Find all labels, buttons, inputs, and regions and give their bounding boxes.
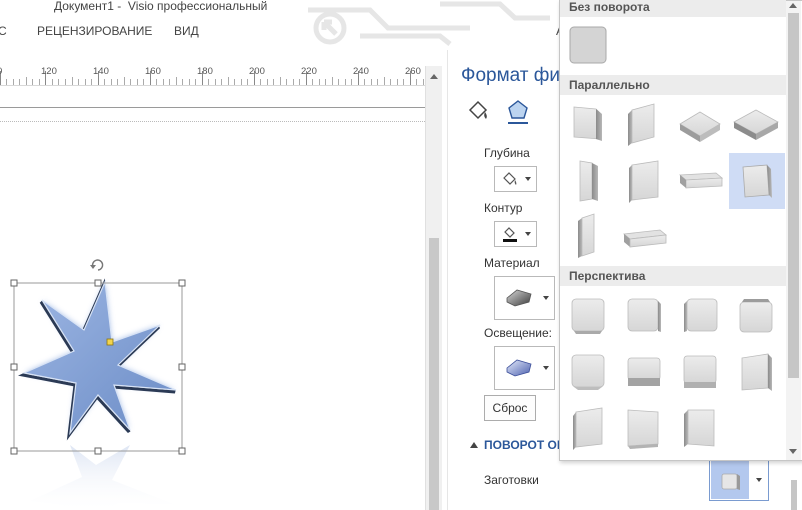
fill-line-icon[interactable] — [468, 100, 488, 120]
preset-parallel-8-selected[interactable] — [742, 164, 772, 198]
rotation-section-header[interactable]: ПОВОРОТ ОБ — [484, 438, 565, 452]
effects-pentagon-icon[interactable] — [508, 100, 528, 124]
ribbon-tabs: С РЕЦЕНЗИРОВАНИЕ ВИД А — [0, 20, 600, 42]
preset-parallel-7[interactable] — [678, 172, 724, 189]
paint-bucket-icon — [503, 172, 517, 185]
ruler-tick-label: 0 — [0, 66, 2, 77]
chevron-down-icon — [543, 296, 549, 300]
contour-label: Контур — [484, 201, 523, 215]
paint-bucket-icon — [503, 227, 517, 242]
gallery-scrollbar[interactable] — [786, 1, 801, 460]
scroll-up-arrow-icon[interactable] — [426, 69, 442, 83]
control-handle[interactable] — [106, 338, 114, 346]
preset-perspective-5[interactable] — [571, 354, 605, 390]
collapse-triangle-icon[interactable] — [470, 442, 478, 448]
ruler-tick-label: 240 — [353, 66, 369, 77]
scroll-thumb[interactable] — [429, 238, 439, 510]
presets-label: Заготовки — [484, 473, 539, 487]
preset-parallel-1[interactable] — [573, 106, 602, 141]
ruler-tick-label: 200 — [249, 66, 265, 77]
reset-button[interactable]: Сброс — [484, 395, 536, 421]
preset-perspective-11[interactable] — [684, 409, 715, 447]
lighting-button[interactable] — [494, 346, 555, 390]
presets-preview — [711, 461, 749, 499]
material-label: Материал — [484, 256, 540, 270]
preset-parallel-9[interactable] — [578, 213, 595, 258]
chevron-down-icon — [525, 177, 531, 181]
chevron-down-icon — [525, 232, 531, 236]
page-boundary — [0, 107, 425, 108]
presets-grid — [569, 26, 785, 450]
preset-perspective-6[interactable] — [627, 357, 661, 386]
tab-partial[interactable]: С — [0, 24, 7, 38]
star-body[interactable] — [21, 279, 177, 436]
chevron-down-icon — [543, 366, 549, 370]
depth-label: Глубина — [484, 146, 530, 160]
preset-perspective-3[interactable] — [684, 298, 718, 332]
scroll-up-arrow-icon[interactable] — [789, 3, 797, 8]
ruler-tick-label: 140 — [93, 66, 109, 77]
scroll-thumb[interactable] — [788, 13, 799, 378]
cube-preview-icon — [721, 473, 740, 490]
tab-review[interactable]: РЕЦЕНЗИРОВАНИЕ — [37, 24, 152, 38]
pane-scrollbar[interactable] — [788, 480, 800, 510]
depth-color-button[interactable] — [494, 166, 537, 192]
chevron-down-icon — [756, 478, 762, 482]
preset-perspective-4[interactable] — [739, 299, 773, 333]
pane-category-icons — [468, 100, 528, 124]
preset-perspective-10[interactable] — [627, 409, 659, 449]
preset-parallel-6[interactable] — [629, 160, 659, 203]
presets-dropdown-button[interactable] — [709, 459, 769, 501]
window-title: Документ1 - Visio профессиональный — [54, 0, 268, 13]
drawing-vertical-scrollbar[interactable] — [425, 66, 442, 510]
ruler-tick-label: 260 — [405, 66, 421, 77]
preset-perspective-2[interactable] — [627, 298, 661, 332]
rotation-presets-gallery: Без поворота Параллельно Перспектива — [559, 0, 802, 461]
rotate-handle-icon[interactable] — [90, 259, 104, 271]
lighting-label: Освещение: — [484, 326, 552, 340]
preset-perspective-8[interactable] — [741, 353, 772, 391]
ruler-tick-label: 120 — [41, 66, 57, 77]
contour-color-button[interactable] — [494, 221, 537, 247]
lighting-icon — [506, 359, 532, 377]
horizontal-ruler: 0 120 140 160 180 200 220 240 260 — [0, 63, 425, 86]
preset-no-rotation[interactable] — [569, 26, 607, 64]
preset-parallel-2[interactable] — [628, 103, 655, 146]
star-shape[interactable] — [0, 255, 200, 510]
pane-title: Формат фи — [461, 65, 561, 86]
preset-parallel-3[interactable] — [679, 111, 721, 142]
tab-view[interactable]: ВИД — [174, 24, 199, 38]
material-icon — [506, 289, 532, 307]
ruler-tick-label: 180 — [197, 66, 213, 77]
preset-parallel-4[interactable] — [733, 109, 779, 140]
preset-parallel-10[interactable] — [623, 229, 667, 248]
material-button[interactable] — [494, 276, 555, 320]
ruler-tick-label: 220 — [301, 66, 317, 77]
ruler-tick-label: 160 — [145, 66, 161, 77]
page-margin-guide — [0, 121, 425, 122]
preset-parallel-5[interactable] — [579, 160, 598, 202]
preset-perspective-1[interactable] — [571, 298, 605, 334]
preset-perspective-7[interactable] — [683, 355, 717, 388]
preset-perspective-9[interactable] — [573, 407, 603, 450]
scroll-down-arrow-icon[interactable] — [789, 449, 797, 454]
